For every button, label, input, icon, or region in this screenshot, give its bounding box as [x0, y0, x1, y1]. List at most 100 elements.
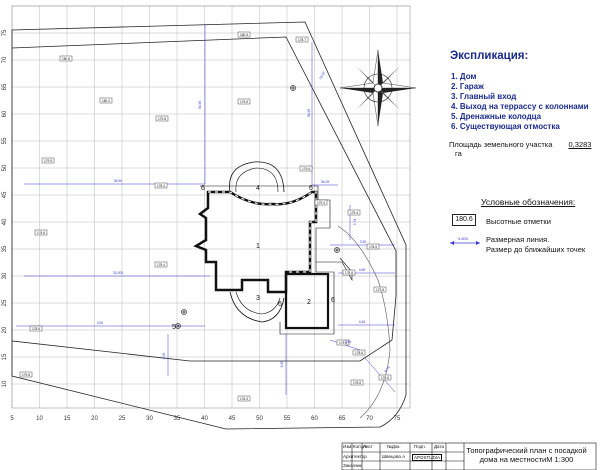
x-tick-label: 50 [256, 416, 263, 422]
svg-text:178.8: 178.8 [32, 327, 40, 331]
y-tick-label: 50 [2, 164, 8, 171]
svg-text:180.6: 180.6 [62, 57, 70, 61]
y-tick-label: 20 [2, 326, 8, 333]
legend-dimension-sample: 4.600 [450, 236, 480, 245]
y-tick-label: 70 [2, 56, 8, 63]
plot-area-row: Площадь земельного участка 0,3283 га [449, 140, 600, 158]
plot-area-value: 0,3283 [568, 140, 592, 149]
x-tick-label: 15 [64, 416, 71, 422]
tb-header-sheet: Лист [363, 444, 373, 449]
y-tick-label: 60 [2, 110, 8, 117]
elevation-mark: 179.8 [373, 286, 387, 293]
svg-text:179.4: 179.4 [317, 201, 325, 205]
y-tick-label: 55 [2, 137, 8, 144]
elevation-mark: 179.4 [347, 209, 361, 216]
dimension-label: 4.54 [359, 320, 366, 324]
y-tick-label: 45 [2, 191, 8, 198]
y-axis-ticks: 75 70 65 60 55 50 45 40 35 30 25 20 15 10 [2, 29, 8, 387]
elevation-mark: 178.4 [154, 182, 168, 189]
svg-text:179.4: 179.4 [350, 211, 358, 215]
drawing-title: Топографический план с посадкой дома на … [466, 446, 587, 464]
label-garage: 2 [307, 299, 311, 306]
dimension-label: 33.02 [318, 71, 326, 80]
dimension-legend-line: Размерная линия. [486, 235, 550, 244]
elevation-mark: 178.8 [29, 325, 43, 332]
tb-header-sign: Подп. [414, 444, 426, 449]
explication-item: 1. Дом [451, 72, 477, 81]
explication-item: 4. Выход на террассу с колоннами [451, 102, 589, 111]
elevation-mark: 179.8 [19, 371, 33, 378]
explication-item: 2. Гараж [451, 82, 484, 91]
y-tick-label: 65 [2, 83, 8, 90]
x-tick-label: 70 [366, 416, 373, 422]
x-tick-label: 45 [229, 416, 236, 422]
y-tick-label: 75 [2, 29, 8, 36]
dimension-label: 5.58 [280, 361, 284, 368]
label-blind-area-4: 6 [278, 301, 282, 308]
house-walls [193, 190, 318, 294]
svg-text:179.6: 179.6 [302, 167, 310, 171]
svg-text:179.8: 179.8 [376, 288, 384, 292]
elevation-mark: 180.9 [237, 31, 251, 38]
plot-area-unit: га [455, 149, 462, 158]
elevation-mark: 178.3 [237, 395, 251, 402]
svg-text:178.8: 178.8 [355, 351, 363, 355]
conventions-title: Условные обозначения: [481, 197, 576, 207]
tb-role-architect: Архитектор [343, 454, 367, 459]
elevation-mark: 178.4 [154, 261, 168, 268]
tb-header-date: Дата [434, 444, 444, 449]
tb-header-docno: №Док. [387, 444, 401, 449]
svg-text:180.2: 180.2 [102, 99, 110, 103]
x-tick-label: 5 [10, 416, 14, 422]
x-axis-ticks: 5 10 15 20 25 30 35 40 45 50 55 60 65 70 75 [10, 416, 401, 422]
svg-text:179.9: 179.9 [44, 159, 52, 163]
label-entrance: 3 [256, 295, 260, 302]
label-blind-area-1: 6 [201, 185, 205, 192]
label-house: 1 [256, 243, 260, 250]
dimension-label: 3.50 [345, 340, 352, 344]
x-tick-label: 65 [339, 416, 346, 422]
tb-logo: APOSTUDIA [412, 454, 443, 461]
x-tick-label: 10 [36, 416, 43, 422]
explication-item: 6. Существующая отмостка [451, 122, 560, 131]
y-tick-label: 35 [2, 245, 8, 252]
dimension-label: 3.60 [97, 321, 104, 325]
tb-role-client: Заказчик [343, 463, 362, 468]
x-tick-label: 30 [146, 416, 153, 422]
svg-text:4.600: 4.600 [458, 236, 469, 241]
elevation-mark: 179.9 [41, 157, 55, 164]
label-blind-area-2: 6 [309, 185, 313, 192]
svg-text:180.9: 180.9 [240, 33, 248, 37]
elevation-mark: 179.4 [314, 199, 328, 206]
svg-text:178.6: 178.6 [37, 231, 45, 235]
dimension-label: 8.74 [384, 365, 391, 373]
dimension-label: 32.005 [113, 271, 123, 275]
elevation-mark: 179.6 [299, 165, 313, 172]
explication-title: Экспликация: [450, 50, 529, 62]
elevation-mark: 178.6 [34, 229, 48, 236]
elevation-mark: 179.8 [155, 115, 169, 122]
elevation-sample-box: 180.6 [452, 214, 476, 226]
explication-item: 3. Главный вход [451, 92, 517, 101]
explication-list: 1. Дом 2. Гараж 3. Главный вход 4. Выход… [451, 72, 589, 132]
x-tick-label: 40 [201, 416, 208, 422]
site-boundary [11, 21, 407, 430]
dimension-legend-label: Размерная линия. Размер до ближайших точе… [486, 235, 596, 255]
elevation-mark: 178.7 [295, 36, 309, 43]
dimension-legend-line: Размер до ближайших точек [486, 245, 586, 254]
y-tick-label: 30 [2, 272, 8, 279]
elevation-mark: 180.6 [59, 55, 73, 62]
elevation-mark: 178.5 [366, 243, 380, 250]
svg-text:178.3: 178.3 [240, 397, 248, 401]
svg-text:178.5: 178.5 [369, 245, 377, 249]
x-tick-label: 55 [284, 416, 291, 422]
svg-text:178.6: 178.6 [381, 376, 389, 380]
plot-area-label: Площадь земельного участка [449, 140, 553, 149]
x-tick-label: 75 [394, 416, 401, 422]
dimension-label: 3.74 [353, 219, 357, 226]
tb-name-architect: Швецова А [382, 454, 406, 459]
explication-item: 5. Дренажные колодца [451, 112, 542, 121]
svg-text:179.8: 179.8 [158, 117, 166, 121]
dimension-label: 36.56 [198, 101, 202, 110]
dimension-label: 36.09 [321, 180, 330, 184]
